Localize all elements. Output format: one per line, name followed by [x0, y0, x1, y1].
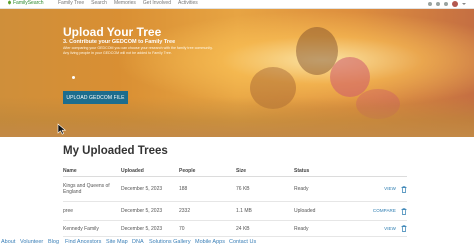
tree-name: Kings and Queens of England	[63, 176, 121, 202]
leaf-icon	[8, 0, 11, 5]
tree-people-count: 188	[179, 176, 236, 202]
column-header-uploaded: Uploaded	[121, 166, 179, 177]
view-link[interactable]: VIEW	[384, 186, 396, 191]
compare-link[interactable]: COMPARE	[373, 208, 396, 213]
trash-icon[interactable]	[401, 225, 407, 232]
notifications-icon[interactable]	[444, 1, 448, 6]
footer-link-find-ancestors[interactable]: Find Ancestors	[65, 239, 101, 245]
main-nav: Family Tree Search Memories Get Involved…	[58, 0, 198, 7]
messages-icon[interactable]	[436, 1, 440, 6]
nav-item-memories[interactable]: Memories	[114, 0, 136, 7]
tree-uploaded-date: December 5, 2023	[121, 220, 179, 237]
chevron-down-icon[interactable]	[462, 2, 466, 5]
tree-name: Kennedy Family	[63, 220, 121, 237]
top-navigation-bar: FamilySearch Family Tree Search Memories…	[0, 0, 474, 9]
view-link[interactable]: VIEW	[384, 226, 396, 231]
nav-item-family-tree[interactable]: Family Tree	[58, 0, 84, 7]
table-row: pree December 5, 2023 2332 1.1 MB Upload…	[63, 201, 407, 221]
footer-link-about[interactable]: About	[1, 239, 15, 245]
trash-icon[interactable]	[401, 185, 407, 193]
footer-link-contact-us[interactable]: Contact Us	[229, 239, 256, 245]
hero-title: Upload Your Tree	[63, 25, 162, 39]
footer-link-mobile-apps[interactable]: Mobile Apps	[195, 239, 225, 245]
tree-uploaded-date: December 5, 2023	[121, 201, 179, 221]
tree-uploaded-date: December 5, 2023	[121, 176, 179, 202]
tree-people-count: 70	[179, 220, 236, 237]
table-row: Kennedy Family December 5, 2023 70 24 KB…	[63, 220, 407, 237]
column-header-status: Status	[294, 166, 352, 177]
footer-links: About Volunteer Blog Find Ancestors Site…	[0, 238, 474, 248]
table-row: Kings and Queens of England December 5, …	[63, 176, 407, 202]
footer-link-blog[interactable]: Blog	[48, 239, 59, 245]
nav-item-get-involved[interactable]: Get Involved	[143, 0, 171, 7]
nav-item-activities[interactable]: Activities	[178, 0, 198, 7]
tree-status: Ready	[294, 220, 352, 237]
upload-gedcom-button[interactable]: UPLOAD GEDCOM FILE	[63, 91, 128, 104]
tree-people-count: 2332	[179, 201, 236, 221]
nav-item-search[interactable]: Search	[91, 0, 107, 7]
column-header-people: People	[179, 166, 236, 177]
tree-size: 76 KB	[236, 176, 294, 202]
hero-banner: Upload Your Tree 3. Contribute your GEDC…	[0, 9, 474, 137]
tree-size: 1.1 MB	[236, 201, 294, 221]
hero-subtitle: 3. Contribute your GEDCOM to Family Tree	[63, 39, 176, 45]
footer-link-dna[interactable]: DNA	[132, 239, 144, 245]
row-actions: VIEW	[352, 220, 407, 237]
column-header-name: Name	[63, 166, 121, 177]
help-icon[interactable]	[428, 1, 432, 6]
avatar[interactable]	[452, 0, 458, 7]
mouse-cursor-icon	[57, 123, 67, 135]
footer-link-volunteer[interactable]: Volunteer	[20, 239, 43, 245]
footer-link-site-map[interactable]: Site Map	[106, 239, 128, 245]
column-header-actions	[352, 166, 407, 177]
row-actions: COMPARE	[352, 201, 407, 221]
tree-status: Uploaded	[294, 201, 352, 221]
tree-size: 24 KB	[236, 220, 294, 237]
uploaded-trees-title: My Uploaded Trees	[63, 145, 168, 157]
tree-status: Ready	[294, 176, 352, 202]
table-header-row: Name Uploaded People Size Status	[63, 166, 407, 177]
hero-description: After comparing your GEDCOM you can choo…	[63, 46, 213, 55]
column-header-size: Size	[236, 166, 294, 177]
footer-link-solutions-gallery[interactable]: Solutions Gallery	[149, 239, 191, 245]
account-area	[428, 0, 466, 7]
carousel-dot[interactable]	[72, 76, 75, 79]
uploaded-trees-table: Name Uploaded People Size Status Kings a…	[63, 166, 407, 237]
brand-logo[interactable]: FamilySearch	[7, 0, 44, 7]
trash-icon[interactable]	[401, 207, 407, 215]
row-actions: VIEW	[352, 176, 407, 202]
brand-name: FamilySearch	[13, 0, 44, 6]
tree-name: pree	[63, 201, 121, 221]
